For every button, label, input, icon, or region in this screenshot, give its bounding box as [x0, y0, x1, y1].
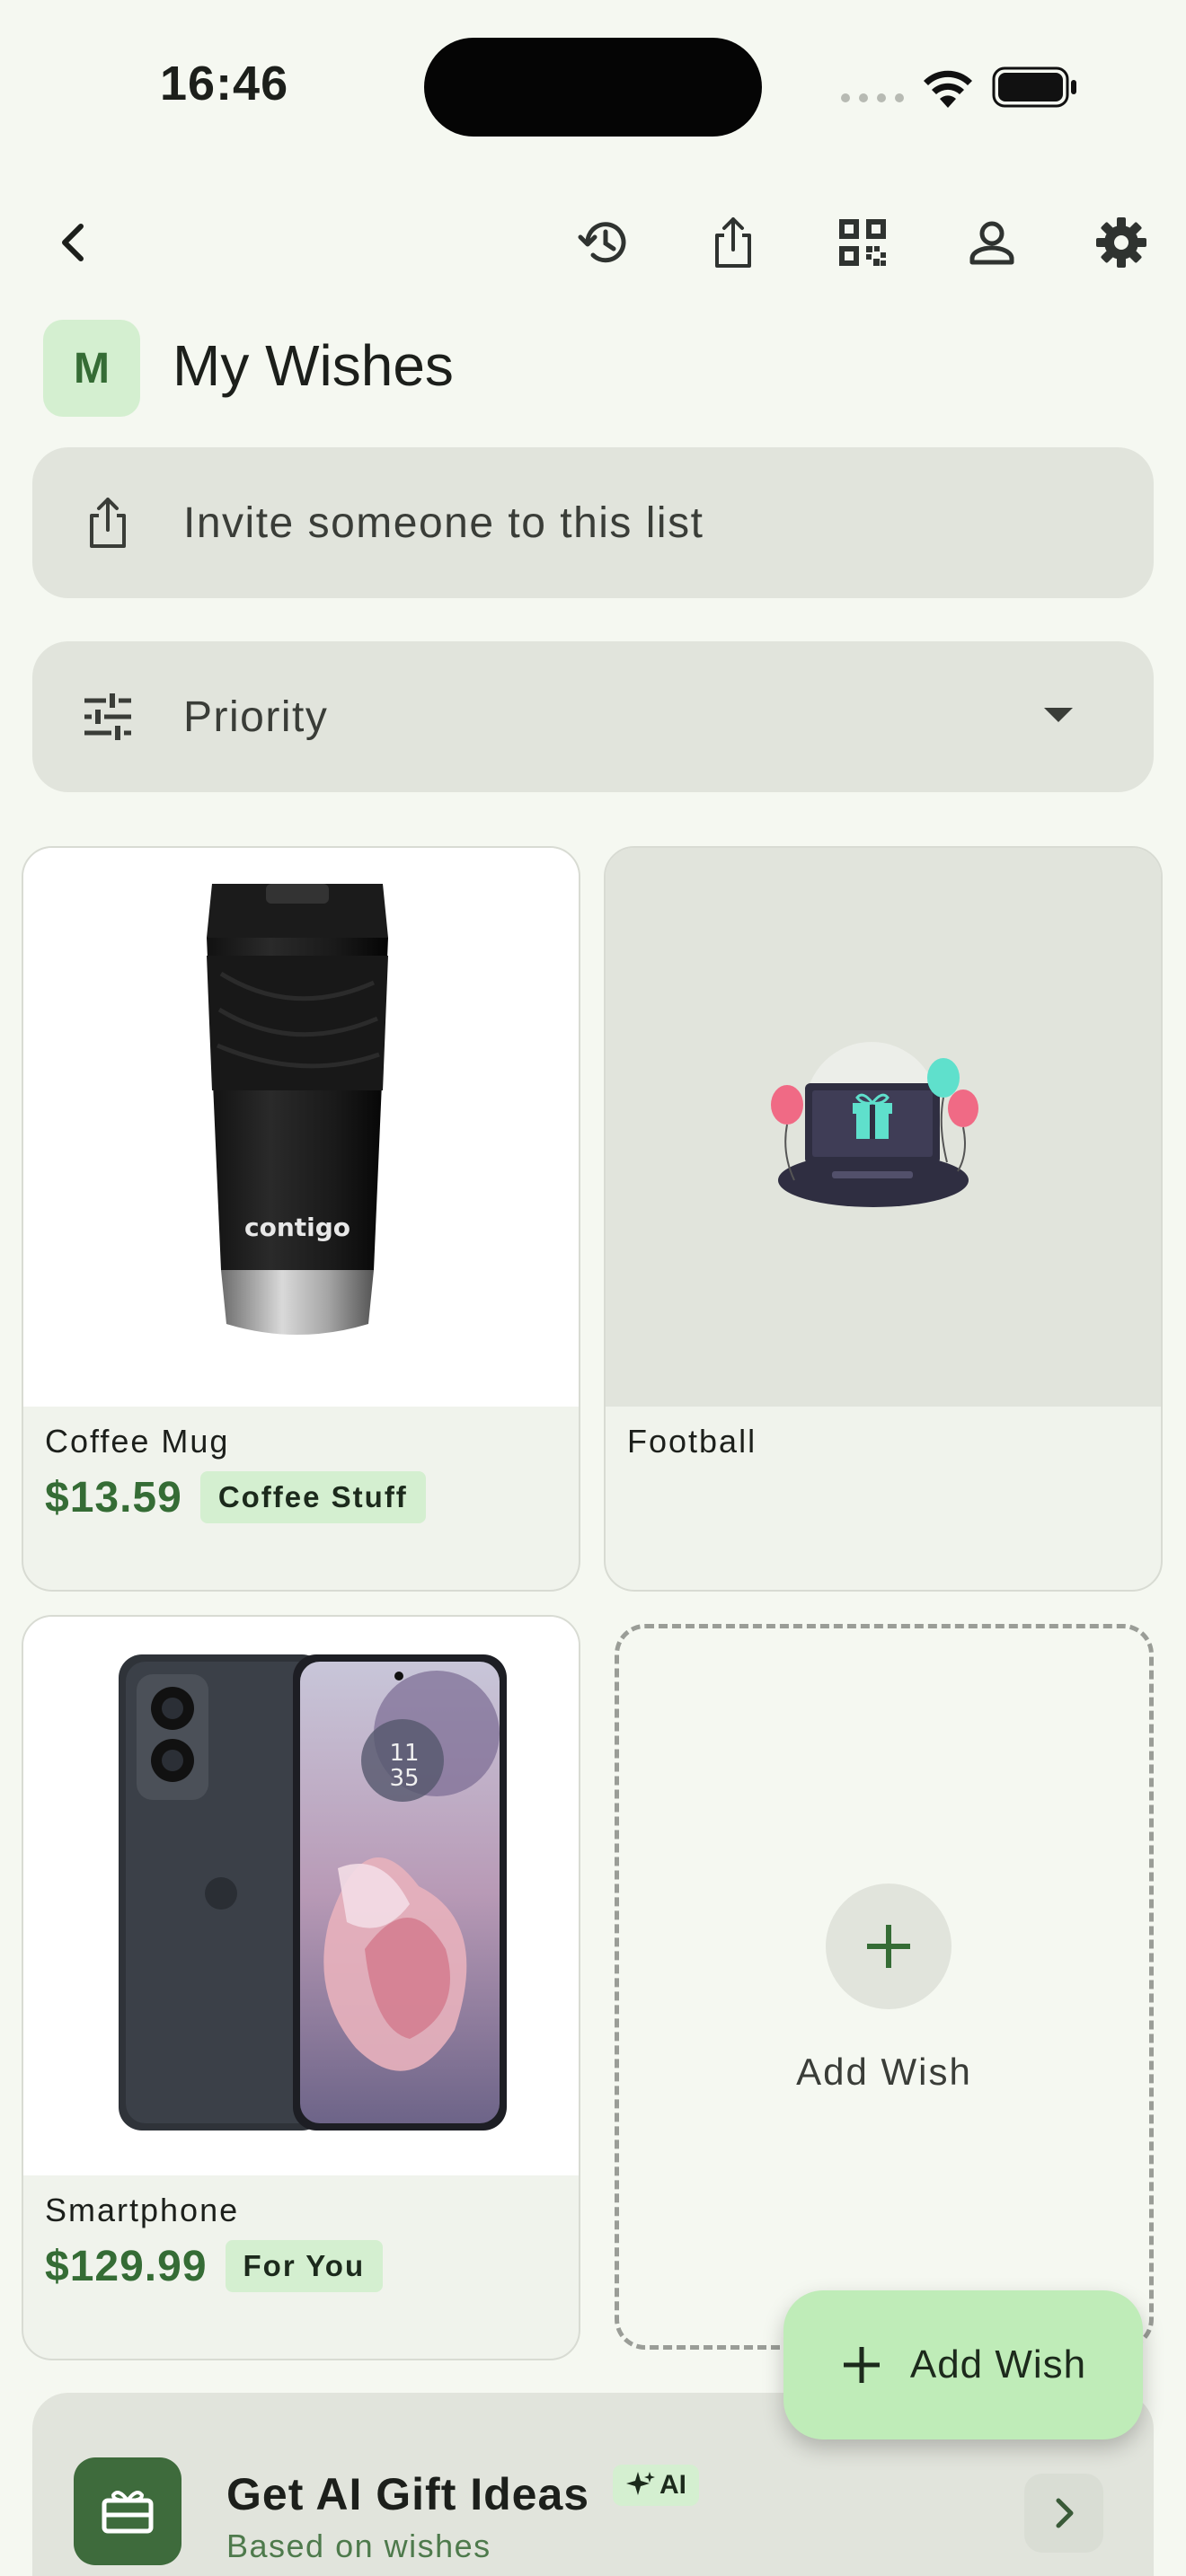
fab-label: Add Wish: [909, 2342, 1087, 2386]
invite-button[interactable]: Invite someone to this list: [32, 447, 1154, 598]
wish-tag: For You: [225, 2240, 384, 2292]
wish-card-coffee-mug[interactable]: contigo Coffee Mug $13.59 Coffee Stuff: [22, 846, 580, 1592]
qr-code-button[interactable]: [827, 207, 898, 278]
add-wish-label: Add Wish: [796, 2051, 972, 2093]
battery-icon: [992, 66, 1076, 108]
add-wish-fab[interactable]: Add Wish: [783, 2290, 1143, 2439]
wish-tag: Coffee Stuff: [199, 1471, 426, 1523]
dynamic-island: [424, 38, 762, 137]
svg-text:11: 11: [389, 1740, 419, 1767]
wish-card-smartphone[interactable]: 11 35 Smartphone $129.99 For You: [22, 1615, 580, 2360]
invite-label: Invite someone to this list: [183, 498, 704, 547]
cellular-signal-icon: [841, 93, 904, 102]
ai-badge: AI: [613, 2465, 699, 2506]
sort-selected-value: Priority: [183, 693, 329, 741]
settings-button[interactable]: [1085, 207, 1157, 278]
list-avatar: M: [43, 320, 140, 417]
chevron-right-icon: [1024, 2474, 1103, 2553]
plus-icon: [867, 1925, 910, 1968]
back-icon: [62, 224, 84, 261]
page-title: My Wishes: [173, 333, 454, 398]
gift-card-icon: [74, 2457, 181, 2565]
smartphone-image: 11 35: [23, 1617, 579, 2175]
wish-name: Smartphone: [45, 2192, 240, 2228]
plus-icon: [843, 2347, 880, 2383]
add-circle: [826, 1883, 951, 2009]
profile-button[interactable]: [956, 207, 1028, 278]
tune-icon: [84, 693, 131, 740]
wish-price: $13.59: [45, 1473, 182, 1522]
back-button[interactable]: [40, 207, 111, 278]
wish-price: $129.99: [45, 2242, 208, 2290]
qr-code-icon: [839, 219, 886, 266]
coffee-mug-image: contigo: [23, 848, 579, 1407]
share-button[interactable]: [697, 207, 769, 278]
history-icon: [578, 222, 626, 263]
profile-icon: [969, 221, 1014, 265]
ai-badge-label: AI: [659, 2470, 686, 2500]
wifi-icon: [924, 70, 972, 108]
add-wish-card[interactable]: Add Wish: [615, 1624, 1154, 2350]
share-icon: [715, 217, 751, 268]
gear-icon: [1096, 217, 1146, 268]
sparkle-icon: [626, 2472, 655, 2495]
share-icon: [90, 498, 126, 548]
wish-name: Football: [627, 1423, 757, 1460]
wish-card-football[interactable]: Football: [604, 846, 1163, 1592]
history-button[interactable]: [568, 207, 640, 278]
placeholder-gift-image: [606, 848, 1161, 1407]
svg-text:35: 35: [389, 1765, 419, 1792]
sort-dropdown[interactable]: Priority: [32, 641, 1154, 792]
wish-name: Coffee Mug: [45, 1423, 230, 1460]
status-time: 16:46: [160, 57, 289, 110]
ai-card-title: Get AI Gift Ideas: [226, 2469, 590, 2519]
chevron-down-icon: [1044, 708, 1073, 722]
ai-card-subtitle: Based on wishes: [226, 2527, 491, 2564]
svg-text:contigo: contigo: [244, 1213, 350, 1242]
